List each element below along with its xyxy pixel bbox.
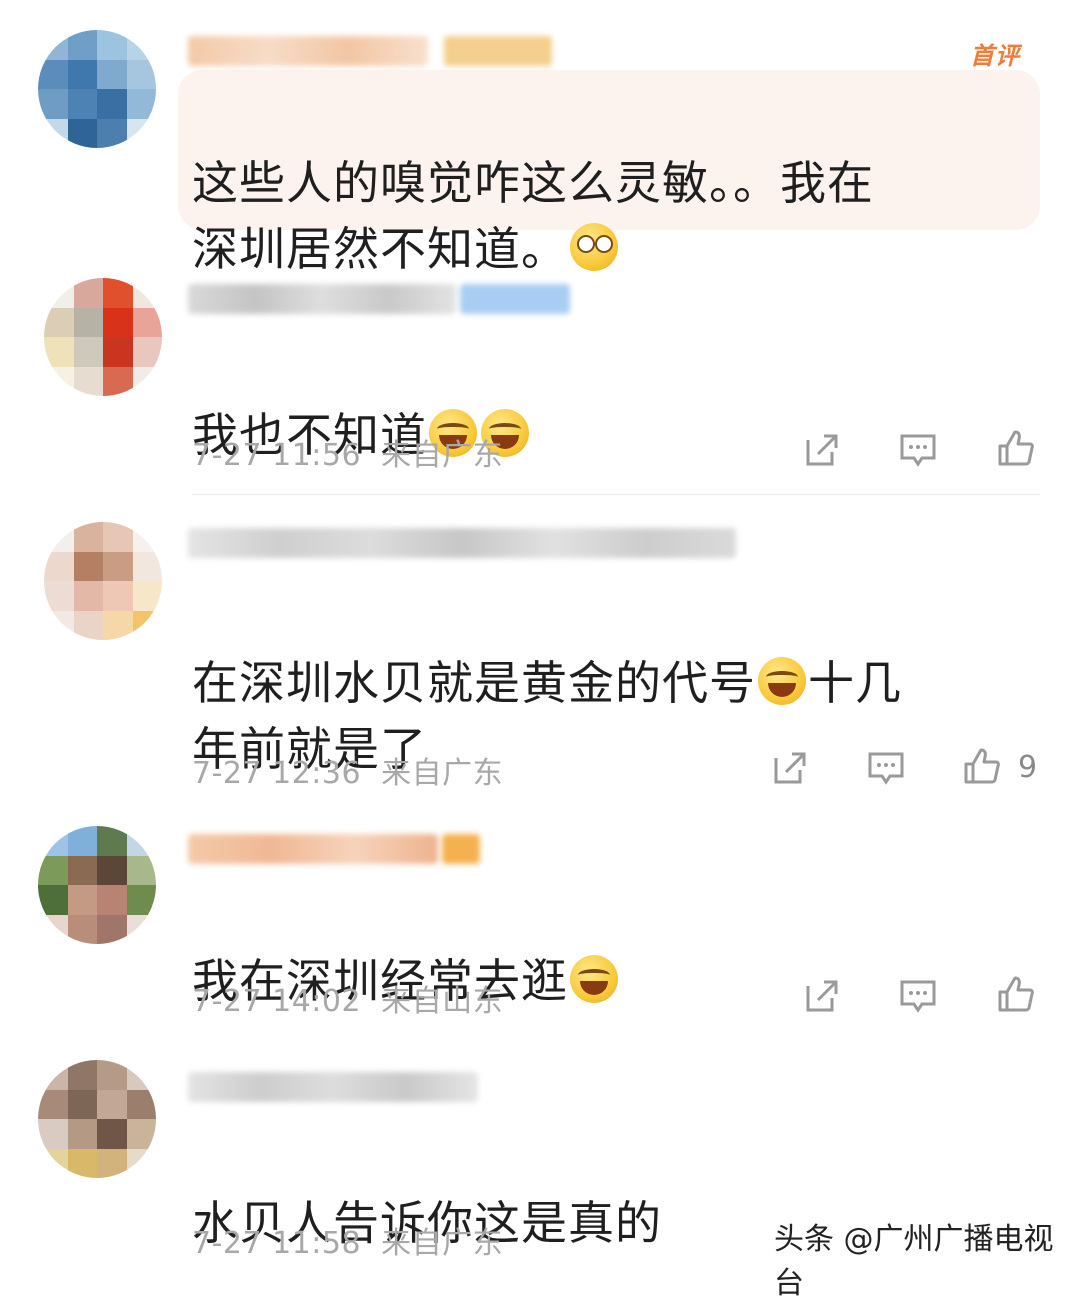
comment-location: 来自广东	[381, 1226, 504, 1261]
username-blurred[interactable]	[188, 528, 736, 558]
comment-time: 7-27 12:36	[192, 756, 362, 791]
share-button[interactable]	[800, 974, 844, 1018]
avatar[interactable]	[44, 522, 162, 640]
first-comment-badge: 首评	[970, 42, 1020, 70]
avatar[interactable]	[44, 278, 162, 396]
thumbs-up-icon	[964, 748, 1000, 784]
comment-text-content: 这些人的嗅觉咋这么灵敏。。我在 深圳居然不知道。	[192, 156, 874, 276]
laughing-tears-icon	[758, 657, 806, 705]
comment-location: 来自山东	[381, 984, 504, 1019]
comment-meta: 7-27 14:02 来自山东	[192, 976, 503, 1020]
reply-button[interactable]	[864, 746, 908, 790]
reply-button[interactable]	[896, 428, 940, 472]
comment-meta: 7-27 11:58 来自广东	[192, 1218, 503, 1262]
thumbs-up-icon	[998, 430, 1034, 466]
share-icon	[806, 434, 838, 466]
comment-location: 来自广东	[381, 438, 504, 473]
user-level-badge-blurred	[444, 36, 552, 66]
comment-meta: 7-27 12:36 来自广东	[192, 748, 503, 792]
comment-meta: 7-27 11:56 来自广东	[192, 430, 503, 474]
comment-icon	[900, 434, 936, 467]
avatar[interactable]	[38, 30, 156, 148]
share-icon	[774, 752, 806, 784]
comment-time: 7-27 11:56	[192, 438, 362, 473]
divider	[192, 494, 1040, 495]
laughing-tears-icon	[570, 955, 618, 1003]
watermark: 头条 @广州广播电视台	[770, 1212, 1080, 1304]
like-button[interactable]	[960, 744, 1004, 788]
thumbs-up-icon	[998, 976, 1034, 1012]
comment-icon	[900, 980, 936, 1013]
like-count: 9	[1018, 750, 1038, 785]
comment-text: 这些人的嗅觉咋这么灵敏。。我在 深圳居然不知道。	[192, 84, 874, 282]
username-blurred[interactable]	[188, 1072, 478, 1102]
comment-text-content: 在深圳水贝就是黄金的代号	[192, 656, 756, 710]
comment-icon	[868, 752, 904, 785]
username-blurred[interactable]	[188, 284, 456, 314]
comment-location: 来自广东	[381, 756, 504, 791]
share-icon	[806, 980, 838, 1012]
rolling-eyes-icon	[570, 223, 618, 271]
reply-button[interactable]	[896, 974, 940, 1018]
username-blurred[interactable]	[188, 36, 428, 66]
share-button[interactable]	[800, 428, 844, 472]
comment-time: 7-27 14:02	[192, 984, 362, 1019]
comment-time: 7-27 11:58	[192, 1226, 362, 1261]
like-button[interactable]	[994, 426, 1038, 470]
avatar[interactable]	[38, 1060, 156, 1178]
username-blurred[interactable]	[188, 834, 438, 864]
avatar[interactable]	[38, 826, 156, 944]
like-button[interactable]	[994, 972, 1038, 1016]
user-level-badge-blurred	[442, 834, 480, 864]
share-button[interactable]	[768, 746, 812, 790]
user-level-badge-blurred	[460, 284, 570, 314]
